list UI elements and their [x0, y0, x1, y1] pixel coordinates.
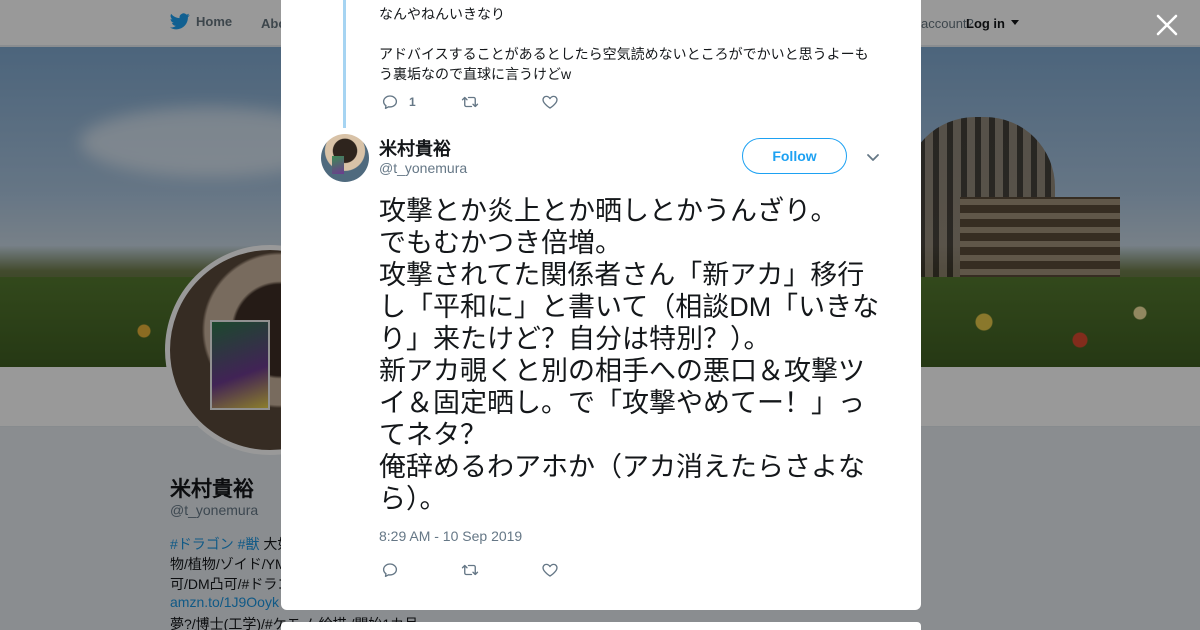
reply-button[interactable] [381, 561, 461, 579]
thread-connector-line [343, 0, 346, 128]
reply-icon [382, 95, 398, 110]
tweet-text-line: 俺辞めるわアホか（アカ消えたらさよなら）。 [379, 452, 865, 514]
previous-tweet-line: アドバイスすることがあるとしたら空気読めないところがでかいと思うよーも [379, 46, 869, 62]
close-button[interactable] [1154, 12, 1180, 38]
tweet-author-name[interactable]: 米村貴裕 [379, 135, 451, 161]
retweet-button[interactable] [461, 93, 541, 111]
tweet-more-options-button[interactable] [864, 148, 882, 166]
previous-tweet-line: なんやねんいきなり [379, 6, 505, 22]
previous-tweet-actions: 1 [381, 93, 621, 111]
previous-tweet-line: う裏垢なので直球に言うけどw [379, 66, 572, 82]
chevron-down-icon [867, 154, 879, 161]
reply-icon [382, 563, 398, 578]
tweet-permalink-modal: なんやねんいきなり アドバイスすることがあるとしたら空気読めないところがでかいと… [281, 0, 921, 610]
tweet-actions [381, 561, 621, 579]
next-tweet-card [281, 622, 921, 630]
reply-count: 1 [409, 95, 416, 109]
tweet-text-line: 攻撃とか炎上とか晒しとかうんざり。 [379, 196, 838, 226]
previous-tweet-text: なんやねんいきなり アドバイスすることがあるとしたら空気読めないところがでかいと… [379, 4, 889, 84]
tweet-author-avatar[interactable] [321, 134, 369, 182]
like-button[interactable] [541, 93, 621, 111]
like-icon [542, 95, 558, 109]
tweet-text-line: 攻撃されてた関係者さん「新アカ」移行し「平和に」と書いて（相談DM「いきなり」来… [379, 260, 880, 354]
reply-button[interactable]: 1 [381, 93, 461, 111]
tweet-timestamp[interactable]: 8:29 AM - 10 Sep 2019 [379, 528, 522, 544]
tweet-text-line: でもむかつき倍増。 [379, 228, 622, 258]
close-icon [1156, 14, 1178, 36]
retweet-icon [461, 564, 479, 576]
tweet-author-handle[interactable]: @t_yonemura [379, 160, 467, 176]
tweet-text-line: 新アカ覗くと別の相手への悪口＆攻撃ツイ＆固定晒し。で「攻撃やめてー！」ってネタ？ [379, 356, 865, 450]
retweet-icon [461, 96, 479, 108]
tweet-text: 攻撃とか炎上とか晒しとかうんざり。 でもむかつき倍増。 攻撃されてた関係者さん「… [379, 195, 884, 515]
follow-button[interactable]: Follow [742, 138, 847, 174]
like-button[interactable] [541, 561, 621, 579]
retweet-button[interactable] [461, 561, 541, 579]
like-icon [542, 563, 558, 577]
